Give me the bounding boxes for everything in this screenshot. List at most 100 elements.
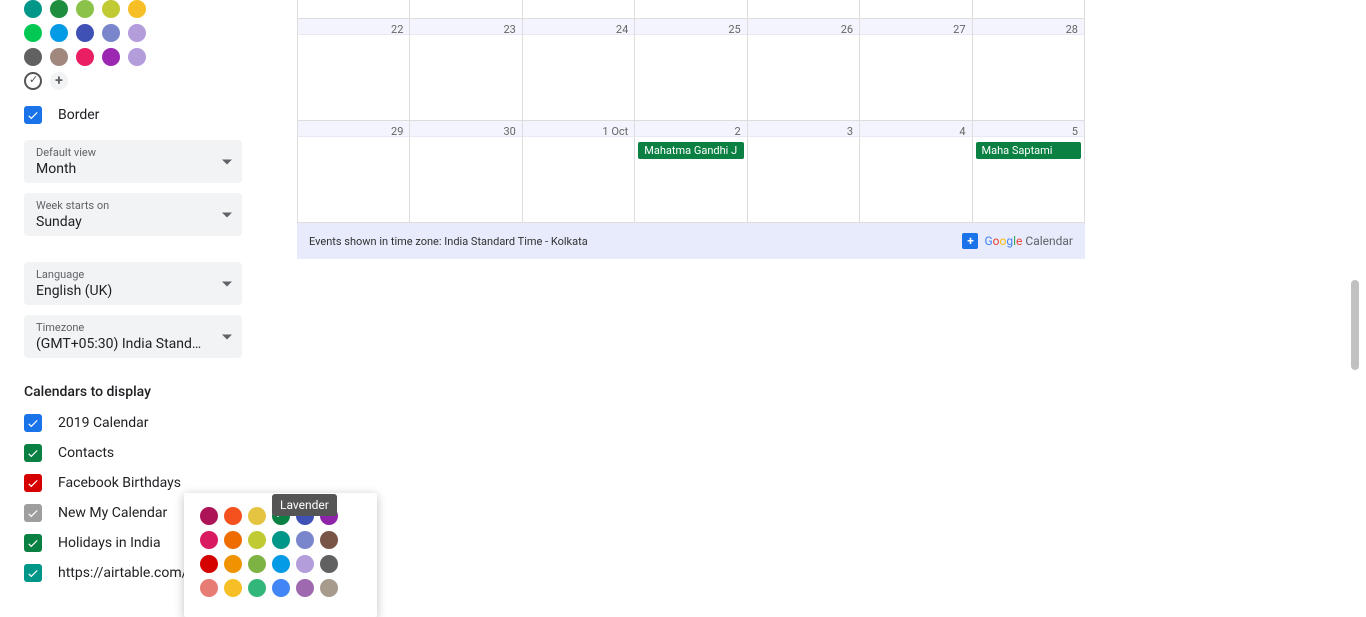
popup-color-swatch[interactable] [320, 579, 338, 597]
day-cell[interactable]: 28 [973, 19, 1085, 121]
day-cell[interactable] [298, 0, 410, 19]
timezone-select[interactable]: Timezone (GMT+05:30) India Standar… [24, 315, 242, 358]
day-number: 5 [1072, 125, 1078, 138]
popup-color-swatch[interactable] [224, 555, 242, 573]
popup-color-swatch[interactable] [200, 531, 218, 549]
calendar-label: Facebook Birthdays [58, 475, 181, 491]
day-cell[interactable]: 27 [860, 19, 972, 121]
day-cell[interactable]: 29 [298, 121, 410, 223]
calendar-checkbox[interactable] [24, 474, 42, 492]
calendar-label: Holidays in India [58, 535, 161, 551]
popup-color-swatch[interactable] [296, 555, 314, 573]
default-view-select[interactable]: Default view Month [24, 140, 242, 183]
language-select[interactable]: Language English (UK) [24, 262, 242, 305]
popup-color-swatch[interactable] [272, 531, 290, 549]
color-swatch[interactable] [76, 0, 94, 18]
event-saptami[interactable]: Maha Saptami [976, 142, 1081, 159]
color-swatch[interactable] [50, 48, 68, 66]
color-swatch[interactable] [24, 48, 42, 66]
day-number: 29 [391, 125, 403, 138]
popup-color-swatch[interactable] [200, 579, 218, 597]
popup-color-swatch[interactable] [296, 531, 314, 549]
day-cell[interactable]: 22 [298, 19, 410, 121]
color-none[interactable] [24, 72, 42, 90]
day-cell[interactable]: 5 Maha Saptami [973, 121, 1085, 223]
week-starts-select[interactable]: Week starts on Sunday [24, 193, 242, 236]
day-cell[interactable]: 25 [635, 19, 747, 121]
day-cell[interactable] [860, 0, 972, 19]
plus-icon: + [962, 233, 978, 249]
color-swatch[interactable] [128, 0, 146, 18]
chevron-down-icon [222, 159, 232, 164]
color-swatch[interactable] [102, 48, 120, 66]
add-to-google-calendar[interactable]: + Google Calendar [962, 233, 1073, 249]
popup-color-swatch[interactable] [320, 555, 338, 573]
day-cell[interactable] [410, 0, 522, 19]
default-view-value: Month [36, 161, 206, 177]
popup-color-swatch[interactable] [296, 579, 314, 597]
color-swatch[interactable] [128, 48, 146, 66]
day-cell[interactable]: 3 [748, 121, 860, 223]
popup-color-swatch[interactable] [248, 531, 266, 549]
popup-color-swatch[interactable] [248, 507, 266, 525]
day-cell[interactable]: 23 [410, 19, 522, 121]
day-cell[interactable]: 1 Oct [523, 121, 635, 223]
color-swatch[interactable] [102, 24, 120, 42]
popup-color-swatch[interactable] [272, 579, 290, 597]
calendar-checkbox[interactable] [24, 534, 42, 552]
day-cell[interactable]: 4 [860, 121, 972, 223]
color-swatch[interactable] [128, 24, 146, 42]
calendar-checkbox[interactable] [24, 444, 42, 462]
day-cell[interactable]: 24 [523, 19, 635, 121]
color-swatch[interactable] [50, 0, 68, 18]
day-cell[interactable] [635, 0, 747, 19]
day-cell[interactable]: 30 [410, 121, 522, 223]
chevron-down-icon [222, 334, 232, 339]
timezone-footer: Events shown in time zone: India Standar… [309, 235, 588, 248]
calendar-checkbox[interactable] [24, 504, 42, 522]
popup-color-swatch[interactable] [224, 507, 242, 525]
calendar-label: New My Calendar [58, 505, 167, 521]
scrollbar-thumb[interactable] [1351, 280, 1359, 370]
day-number: 2 [735, 125, 741, 138]
popup-color-swatch[interactable] [248, 579, 266, 597]
color-add[interactable]: + [50, 72, 68, 90]
popup-color-swatch[interactable] [200, 507, 218, 525]
calendar-label: 2019 Calendar [58, 415, 149, 431]
day-cell[interactable]: 2 Mahatma Gandhi J [635, 121, 747, 223]
color-swatch[interactable] [24, 24, 42, 42]
day-number: 30 [503, 125, 515, 138]
border-checkbox[interactable] [24, 106, 42, 124]
popup-color-swatch[interactable] [320, 531, 338, 549]
calendars-section-title: Calendars to display [24, 384, 242, 400]
popup-color-swatch[interactable] [248, 555, 266, 573]
default-view-label: Default view [36, 146, 230, 159]
calendar-label: Contacts [58, 445, 114, 461]
event-gandhi[interactable]: Mahatma Gandhi J [638, 142, 743, 159]
calendar-grid: 22232425 26 27 28 29 30 1 Oct 2 Mahatma Gandhi … [297, 0, 1085, 259]
day-cell[interactable] [748, 0, 860, 19]
day-cell[interactable] [973, 0, 1085, 19]
calendar-list-item[interactable]: Contacts [24, 444, 242, 462]
language-value: English (UK) [36, 283, 206, 299]
popup-color-swatch[interactable] [224, 579, 242, 597]
day-cell[interactable]: 26 [748, 19, 860, 121]
calendar-checkbox[interactable] [24, 564, 42, 582]
popup-color-swatch[interactable] [224, 531, 242, 549]
chevron-down-icon [222, 212, 232, 217]
color-swatch[interactable] [76, 48, 94, 66]
color-swatch[interactable] [50, 24, 68, 42]
calendar-list-item[interactable]: 2019 Calendar [24, 414, 242, 432]
day-number: 26 [841, 23, 853, 36]
popup-color-swatch[interactable] [200, 555, 218, 573]
color-swatch[interactable] [102, 0, 120, 18]
color-swatch[interactable] [76, 24, 94, 42]
calendar-checkbox[interactable] [24, 414, 42, 432]
popup-color-swatch[interactable] [272, 555, 290, 573]
day-number: 28 [1066, 23, 1078, 36]
calendar-list-item[interactable]: Facebook Birthdays [24, 474, 242, 492]
day-number: 4 [959, 125, 965, 138]
day-cell[interactable] [523, 0, 635, 19]
day-number: 3 [847, 125, 853, 138]
color-swatch[interactable] [24, 0, 42, 18]
